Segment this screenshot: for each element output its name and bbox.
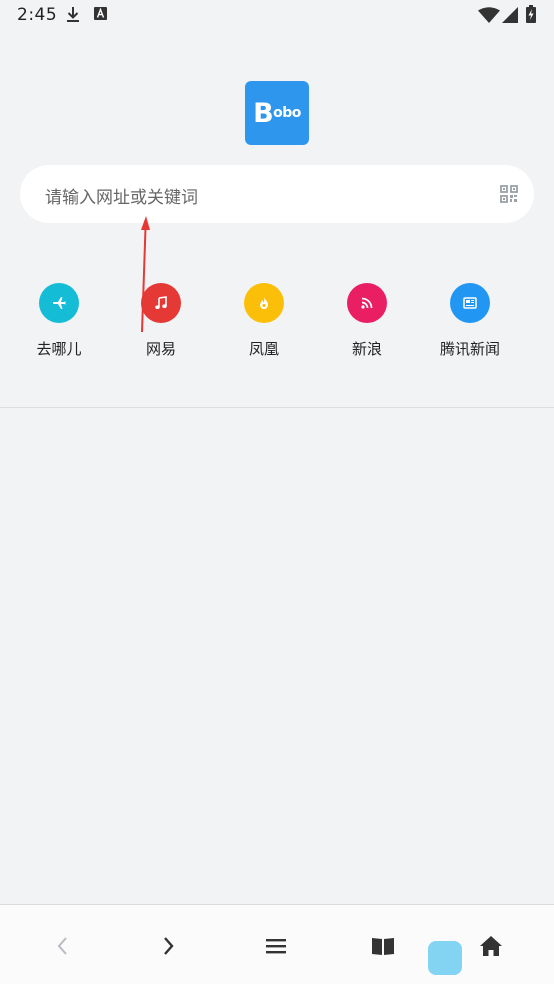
home-icon	[480, 936, 502, 956]
qr-scan-icon[interactable]	[500, 185, 518, 203]
back-button[interactable]	[48, 931, 78, 961]
shortcut-circle[interactable]	[347, 283, 387, 323]
signal-icon	[502, 7, 518, 23]
logo-letter: B	[253, 97, 274, 129]
logo-letters: obo	[273, 105, 301, 121]
shortcut-circle[interactable]	[39, 283, 79, 323]
font-a-icon	[94, 7, 107, 20]
section-divider	[0, 407, 554, 408]
shortcut-label[interactable]: 腾讯新闻	[425, 338, 515, 359]
bottom-nav	[0, 904, 554, 984]
shortcut-label[interactable]: 凤凰	[219, 338, 309, 359]
battery-icon	[526, 5, 536, 23]
shortcut-circle[interactable]	[244, 283, 284, 323]
search-placeholder[interactable]: 请输入网址或关键词	[45, 183, 198, 208]
shortcut-label[interactable]: 网易	[116, 338, 206, 359]
shortcut-label[interactable]: 新浪	[322, 338, 412, 359]
shortcut-label[interactable]: 去哪儿	[14, 338, 104, 359]
shortcut-tencent-news[interactable]: 腾讯新闻	[425, 283, 515, 363]
status-time: 2:45	[17, 5, 58, 25]
airplane-icon	[53, 297, 66, 309]
forward-icon	[164, 937, 174, 955]
bookmarks-icon	[372, 938, 394, 955]
wifi-icon	[478, 7, 500, 23]
download-icon	[67, 7, 79, 22]
browser-home-screen: 2:45 Bobo 请输入网址或关键词 去哪儿 网易 凤凰 新浪 腾讯新闻	[0, 0, 554, 984]
menu-icon	[266, 939, 286, 954]
forward-button[interactable]	[153, 931, 183, 961]
back-icon	[57, 937, 67, 955]
status-bar: 2:45	[0, 0, 554, 32]
shortcut-circle[interactable]	[450, 283, 490, 323]
shortcut-qunar[interactable]: 去哪儿	[14, 283, 104, 363]
home-button[interactable]	[476, 931, 506, 961]
newspaper-icon	[463, 297, 477, 309]
logo-wordmark: Bobo	[245, 81, 309, 145]
annotation-arrow-icon	[141, 216, 150, 333]
flame-icon	[260, 297, 268, 309]
shortcut-ifeng[interactable]: 凤凰	[219, 283, 309, 363]
bookmarks-button[interactable]	[368, 931, 398, 961]
app-logo: Bobo	[245, 81, 309, 145]
rss-icon	[361, 297, 373, 309]
watermark-logo	[428, 941, 462, 975]
menu-button[interactable]	[261, 931, 291, 961]
search-bar[interactable]: 请输入网址或关键词	[20, 165, 534, 223]
shortcut-sina[interactable]: 新浪	[322, 283, 412, 363]
